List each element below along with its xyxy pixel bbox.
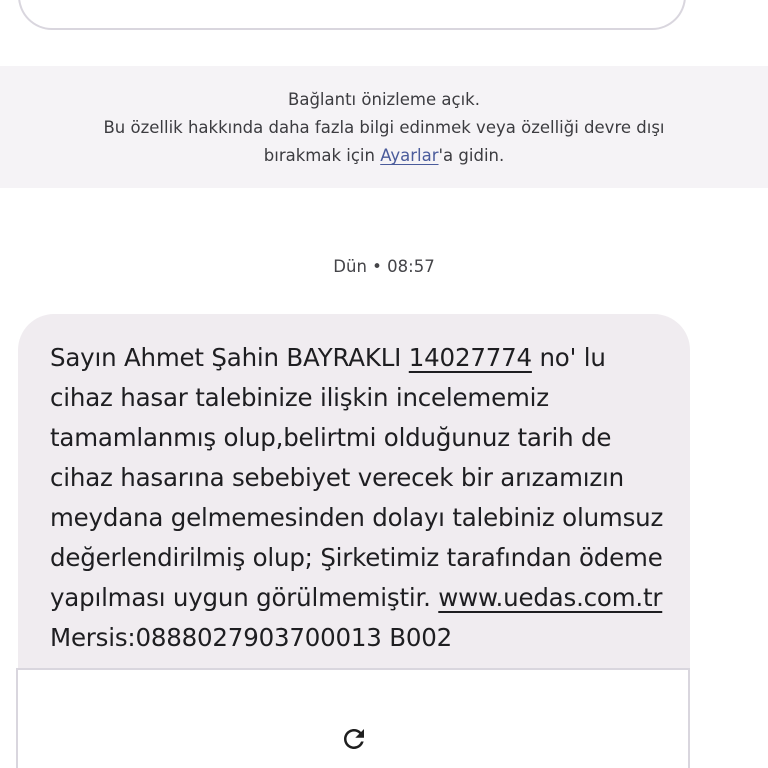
refresh-icon[interactable] bbox=[339, 724, 369, 754]
settings-link[interactable]: Ayarlar bbox=[380, 146, 438, 165]
website-link[interactable]: www.uedas.com.tr bbox=[438, 583, 662, 612]
notice-line-3-suffix: 'a gidin. bbox=[438, 146, 505, 165]
link-preview-notice: Bağlantı önizleme açık. Bu özellik hakkı… bbox=[0, 66, 768, 188]
message-text-part-3: Mersis:0888027903700013 B002 bbox=[50, 623, 453, 652]
message-timestamp: Dün • 08:57 bbox=[333, 257, 435, 276]
conversation-view: Bağlantı önizleme açık. Bu özellik hakkı… bbox=[0, 0, 768, 768]
message-text-part-1: Sayın Ahmet Şahin BAYRAKLI bbox=[50, 343, 409, 372]
message-text: Sayın Ahmet Şahin BAYRAKLI 14027774 no' … bbox=[50, 338, 670, 658]
message-bubble[interactable]: Sayın Ahmet Şahin BAYRAKLI 14027774 no' … bbox=[18, 314, 690, 674]
reference-number-link[interactable]: 14027774 bbox=[409, 343, 532, 372]
previous-message-card[interactable] bbox=[18, 0, 686, 30]
notice-line-3: bırakmak için Ayarlar'a gidin. bbox=[0, 142, 768, 170]
notice-line-3-prefix: bırakmak için bbox=[263, 146, 381, 165]
message-text-part-2: no' lu cihaz hasar talebinize ilişkin in… bbox=[50, 343, 664, 612]
notice-line-1: Bağlantı önizleme açık. bbox=[288, 90, 480, 109]
notice-line-2: Bu özellik hakkında daha fazla bilgi edi… bbox=[103, 118, 665, 137]
